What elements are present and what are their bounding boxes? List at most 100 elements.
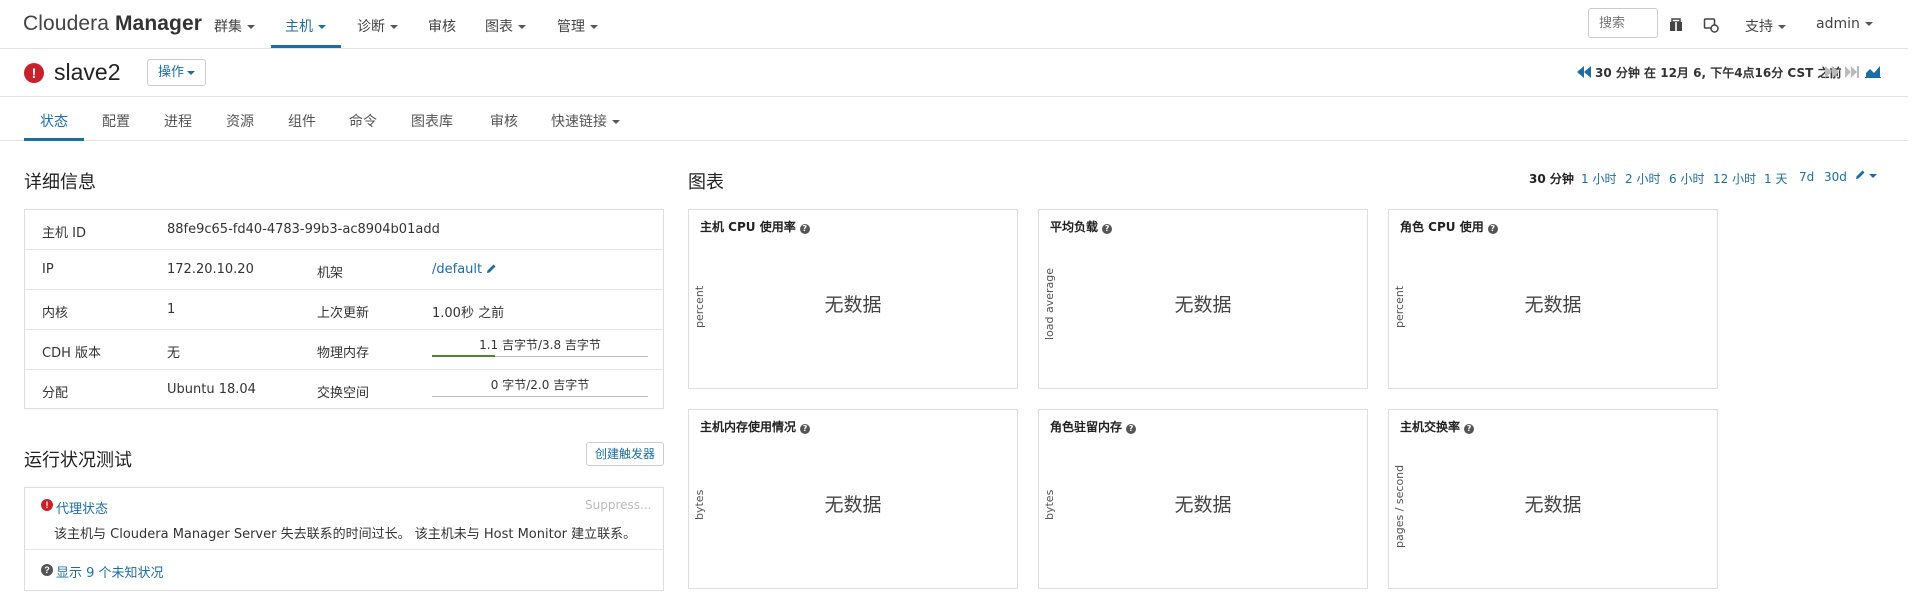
suppress-link[interactable]: Suppress...: [585, 498, 651, 512]
nav-hosts-label: 主机: [285, 19, 313, 35]
nav-admin[interactable]: 管理: [557, 16, 598, 36]
host-header: ! slave2 操作 30 分钟 在 12月 6, 下午4点16分 CST 之…: [0, 49, 1908, 97]
health-tests-box: ! 代理状态 Suppress... 该主机与 Cloudera Manager…: [24, 487, 664, 591]
no-data-text: 无数据: [1524, 494, 1582, 516]
chart-title: 角色驻留内存?: [1050, 418, 1137, 435]
chevron-down-icon: [318, 25, 326, 29]
tab-quick-links[interactable]: 快速链接: [551, 111, 620, 131]
tab-processes[interactable]: 进程: [164, 111, 192, 131]
parcel-icon-svg: [1670, 18, 1682, 31]
error-icon: !: [41, 499, 53, 511]
distribution-label: 分配: [42, 386, 69, 401]
tab-components[interactable]: 组件: [288, 111, 316, 131]
range-1h[interactable]: 1 小时: [1581, 170, 1616, 187]
search-input[interactable]: [1588, 8, 1658, 38]
range-2h[interactable]: 2 小时: [1625, 170, 1660, 187]
range-1d[interactable]: 1 天: [1764, 170, 1787, 187]
cdh-label: CDH 版本: [42, 346, 101, 361]
running-commands-icon[interactable]: [1703, 17, 1719, 33]
help-icon[interactable]: ?: [799, 224, 810, 234]
details-table: 主机 ID 88fe9c65-fd40-4783-99b3-ac8904b01a…: [24, 209, 664, 409]
range-30d[interactable]: 30d: [1824, 170, 1847, 184]
health-test-row: ! 代理状态 Suppress... 该主机与 Cloudera Manager…: [25, 488, 663, 550]
cdh-value: 无: [167, 346, 181, 361]
tab-status[interactable]: 状态: [40, 111, 68, 131]
time-control: 30 分钟 在 12月 6, 下午4点16分 CST 之前: [1573, 62, 1883, 82]
nav-active-indicator: [271, 45, 341, 48]
range-6h[interactable]: 6 小时: [1669, 170, 1704, 187]
nav-user-label: admin: [1816, 16, 1860, 32]
memory-meter-text: 1.1 吉字节/3.8 吉字节: [479, 338, 601, 352]
skip-to-end-icon[interactable]: [1845, 66, 1859, 78]
range-30m[interactable]: 30 分钟: [1529, 170, 1574, 187]
chart-title-text: 主机交换率: [1400, 420, 1461, 434]
top-navbar: Cloudera Manager 群集 主机 诊断 审核 图表 管理 搜索 支持…: [0, 0, 1908, 49]
help-icon[interactable]: ?: [1102, 224, 1113, 234]
chart-role-cpu[interactable]: 角色 CPU 使用? percent 无数据: [1388, 209, 1718, 389]
table-row: 主机 ID 88fe9c65-fd40-4783-99b3-ac8904b01a…: [25, 210, 663, 250]
running-commands-icon-svg: [1703, 18, 1719, 33]
chart-load-average[interactable]: 平均负载? load average 无数据: [1038, 209, 1368, 389]
rack-link[interactable]: /default: [432, 262, 497, 277]
tab-audits[interactable]: 审核: [490, 111, 518, 131]
chart-title: 主机内存使用情况?: [700, 418, 811, 435]
nav-diagnostics-label: 诊断: [357, 19, 385, 35]
help-icon[interactable]: ?: [1464, 424, 1475, 434]
show-unknown-link[interactable]: 显示 9 个未知状况: [56, 562, 164, 581]
memory-label: 物理内存: [317, 346, 370, 361]
nav-user-menu[interactable]: admin: [1816, 16, 1873, 32]
nav-audits[interactable]: 审核: [428, 16, 456, 36]
fast-forward-icon[interactable]: [1825, 66, 1839, 78]
range-7d[interactable]: 7d: [1799, 170, 1814, 184]
nav-diagnostics[interactable]: 诊断: [357, 16, 398, 36]
meter-track: [432, 396, 648, 397]
help-icon[interactable]: ?: [1126, 424, 1137, 434]
no-data-text: 无数据: [824, 294, 882, 316]
tab-configuration[interactable]: 配置: [102, 111, 130, 131]
tab-resources[interactable]: 资源: [226, 111, 254, 131]
area-chart-icon[interactable]: [1865, 65, 1881, 78]
chart-title: 平均负载?: [1050, 218, 1113, 235]
health-test-name[interactable]: 代理状态: [56, 498, 108, 517]
health-test-description: 该主机与 Cloudera Manager Server 失去联系的时间过长。 …: [54, 527, 637, 542]
rack-label: 机架: [317, 266, 344, 281]
chart-edit-menu[interactable]: [1855, 168, 1877, 182]
details-title: 详细信息: [24, 172, 96, 193]
chart-host-swap-rate[interactable]: 主机交换率? pages / second 无数据: [1388, 409, 1718, 589]
nav-charts[interactable]: 图表: [485, 16, 526, 36]
alert-icon: !: [24, 63, 44, 83]
help-icon[interactable]: ?: [800, 424, 811, 434]
chart-host-memory[interactable]: 主机内存使用情况? bytes 无数据: [688, 409, 1018, 589]
chevron-down-icon: [1864, 22, 1873, 26]
nav-admin-label: 管理: [557, 19, 585, 35]
create-trigger-button[interactable]: 创建触发器: [586, 442, 665, 466]
pencil-icon[interactable]: [486, 263, 497, 274]
swap-meter-text: 0 字节/2.0 吉字节: [490, 378, 590, 392]
nav-clusters[interactable]: 群集: [214, 16, 255, 36]
distribution-value: Ubuntu 18.04: [167, 382, 256, 397]
chart-role-resident-memory[interactable]: 角色驻留内存? bytes 无数据: [1038, 409, 1368, 589]
actions-button[interactable]: 操作: [147, 59, 207, 86]
cores-value: 1: [167, 302, 176, 317]
nav-support[interactable]: 支持: [1745, 16, 1786, 36]
table-row: 内核 1 上次更新 1.00秒 之前: [25, 290, 663, 330]
range-12h[interactable]: 12 小时: [1713, 170, 1756, 187]
nav-hosts[interactable]: 主机: [285, 16, 326, 36]
last-update-label: 上次更新: [317, 306, 370, 321]
time-range-text: 30 分钟 在 12月 6, 下午4点16分 CST 之前: [1595, 66, 1842, 80]
brand-logo[interactable]: Cloudera Manager: [23, 12, 202, 36]
chevron-down-icon: [612, 120, 620, 124]
ip-label: IP: [42, 262, 54, 277]
tab-chart-library[interactable]: 图表库: [411, 111, 453, 131]
chevron-down-icon: [518, 25, 526, 29]
chart-title-text: 角色驻留内存: [1050, 420, 1123, 434]
chevron-down-icon: [187, 70, 196, 75]
parcel-icon[interactable]: [1668, 17, 1684, 33]
no-data-text: 无数据: [1174, 294, 1232, 316]
charts-title: 图表: [688, 172, 724, 193]
tab-commands[interactable]: 命令: [349, 111, 377, 131]
chart-host-cpu[interactable]: 主机 CPU 使用率? percent 无数据: [688, 209, 1018, 389]
help-icon[interactable]: ?: [1487, 224, 1498, 234]
chevron-down-icon: [1778, 25, 1786, 29]
rewind-icon[interactable]: [1577, 66, 1591, 78]
